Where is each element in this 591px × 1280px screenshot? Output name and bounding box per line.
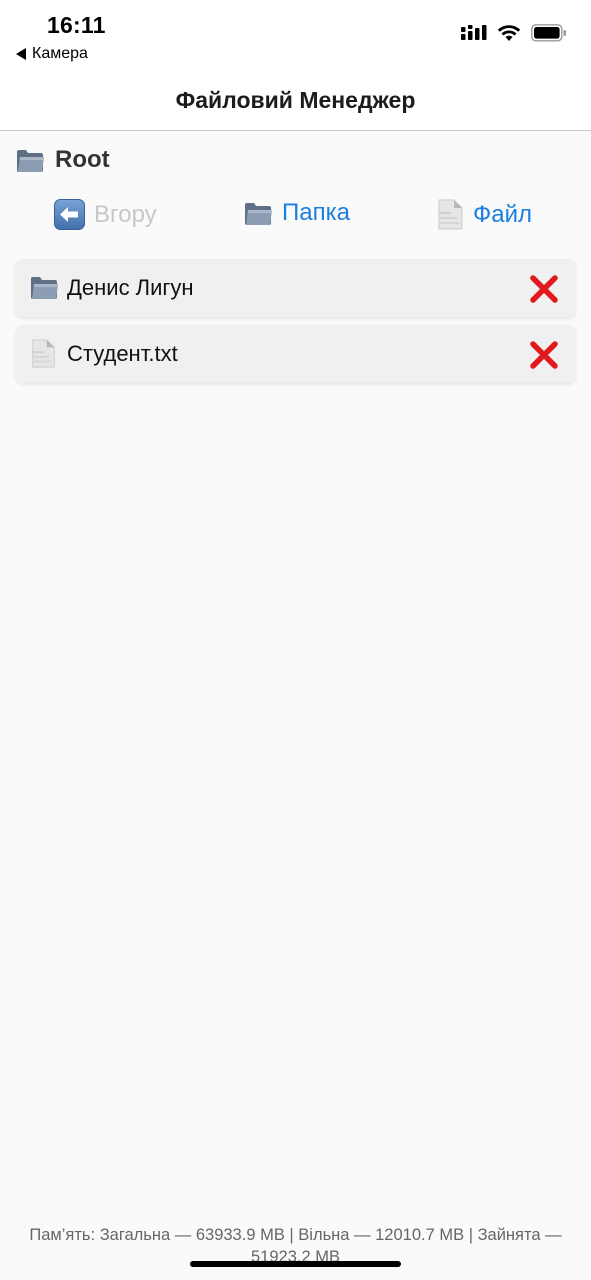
go-up-button[interactable]: Вгору	[54, 199, 157, 230]
back-to-app-link[interactable]: Камера	[16, 45, 88, 63]
delete-icon[interactable]	[528, 273, 560, 305]
file-list: Денис Лигун Студент.txt	[15, 259, 576, 391]
back-to-app-label: Камера	[32, 45, 88, 62]
list-item-label: Студент.txt	[67, 341, 178, 366]
new-folder-label: Папка	[282, 199, 350, 226]
list-item-file[interactable]: Студент.txt	[15, 325, 576, 383]
folder-icon	[245, 203, 272, 225]
current-path-title: Root	[55, 146, 110, 173]
status-time: 16:11	[47, 12, 106, 38]
file-icon	[32, 339, 55, 368]
home-indicator[interactable]	[190, 1261, 401, 1267]
battery-icon	[531, 24, 566, 42]
delete-icon[interactable]	[528, 339, 560, 371]
toolbar: Вгору Папка Файл	[0, 199, 591, 239]
current-path-header: Root	[16, 146, 110, 174]
new-folder-button[interactable]: Папка	[244, 199, 350, 227]
navigation-bar: Файловий Менеджер	[0, 72, 591, 131]
folder-icon	[31, 277, 58, 299]
back-arrow-icon	[54, 199, 85, 230]
new-file-label: Файл	[473, 200, 533, 228]
wifi-icon	[497, 25, 521, 41]
new-file-button[interactable]: Файл	[437, 199, 532, 230]
status-icons	[461, 24, 567, 42]
cellular-signal-icon	[461, 25, 487, 40]
status-bar: 16:11 Камера	[0, 0, 591, 72]
file-icon	[438, 199, 463, 230]
list-item-folder[interactable]: Денис Лигун	[15, 259, 576, 317]
back-triangle-icon	[16, 48, 26, 60]
folder-icon	[17, 150, 44, 172]
page-title: Файловий Менеджер	[175, 87, 416, 113]
go-up-label: Вгору	[94, 200, 157, 228]
list-item-label: Денис Лигун	[67, 275, 194, 300]
